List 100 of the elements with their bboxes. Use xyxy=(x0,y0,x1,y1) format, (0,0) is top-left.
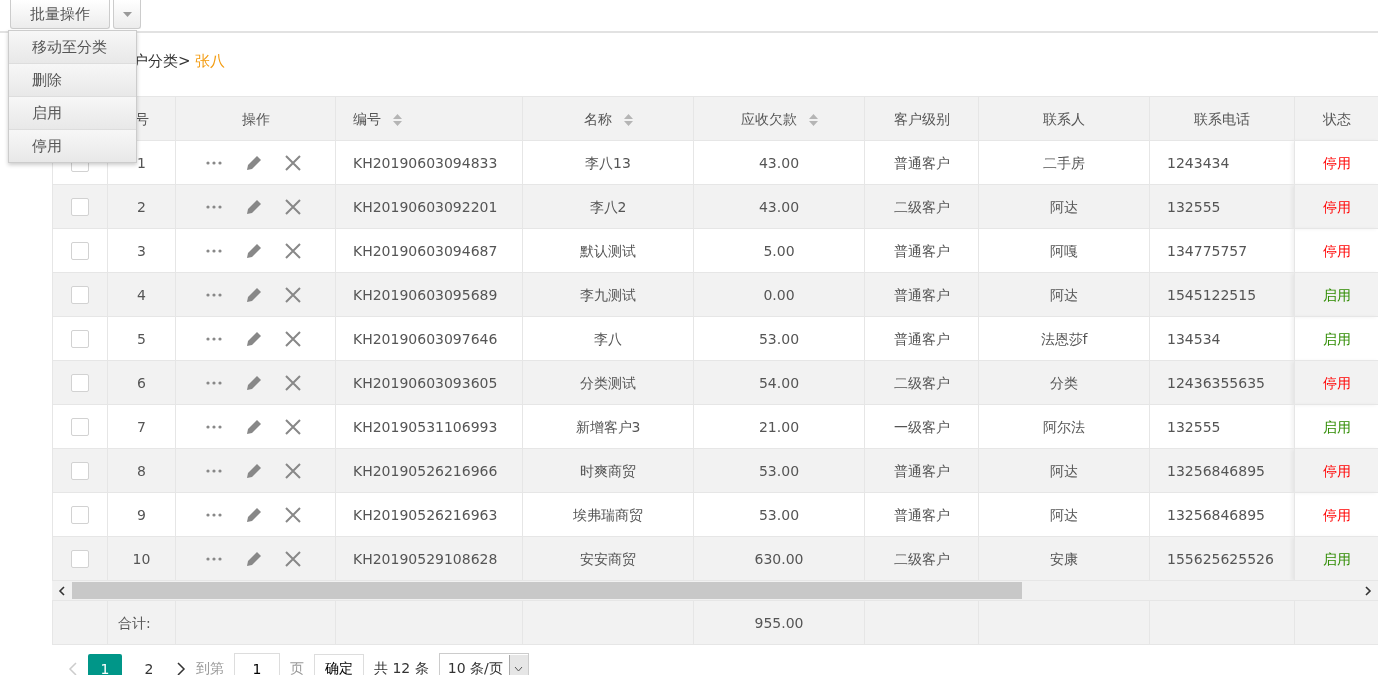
close-icon[interactable] xyxy=(284,549,302,568)
page-size-select[interactable]: 10 条/页 xyxy=(438,653,529,675)
dropdown-toggle-button[interactable] xyxy=(113,0,141,29)
table-cell: 955.00 xyxy=(693,600,865,645)
more-icon[interactable] xyxy=(206,160,222,165)
status-text: 启用 xyxy=(1322,418,1351,435)
close-icon[interactable] xyxy=(284,285,302,304)
batch-operation-button[interactable]: 批量操作 xyxy=(10,0,110,29)
column-header[interactable]: 操作 xyxy=(175,96,336,141)
edit-icon[interactable] xyxy=(244,153,262,172)
caret-icon xyxy=(122,11,132,17)
edit-icon[interactable] xyxy=(244,241,262,260)
table-cell: KH20190529108628 xyxy=(335,536,523,581)
close-icon[interactable] xyxy=(284,417,302,436)
row-checkbox[interactable] xyxy=(71,330,89,348)
table-cell: 二级客户 xyxy=(864,184,979,229)
sort-icon[interactable] xyxy=(393,112,402,127)
more-icon[interactable] xyxy=(206,424,222,429)
table-cell: 安安商贸 xyxy=(522,536,694,581)
goto-label: 到第 xyxy=(196,660,224,675)
edit-icon[interactable] xyxy=(244,461,262,480)
edit-icon[interactable] xyxy=(244,329,262,348)
table-cell: 普通客户 xyxy=(864,448,979,493)
table-cell: 阿达 xyxy=(978,492,1150,537)
row-checkbox[interactable] xyxy=(71,374,89,392)
table-cell: 普通客户 xyxy=(864,272,979,317)
menu-item[interactable]: 停用 xyxy=(9,129,136,162)
table-cell: 合计: xyxy=(107,600,176,645)
scroll-right-icon[interactable] xyxy=(1364,585,1372,596)
page-button[interactable]: 2 xyxy=(132,654,166,675)
edit-icon[interactable] xyxy=(244,417,262,436)
table-cell: 53.00 xyxy=(693,448,865,493)
column-header[interactable]: 客户级别 xyxy=(864,96,979,141)
close-icon[interactable] xyxy=(284,505,302,524)
more-icon[interactable] xyxy=(206,248,222,253)
table-cell: 54.00 xyxy=(693,360,865,405)
table-cell: 法恩莎f xyxy=(978,316,1150,361)
table-cell: 5 xyxy=(107,316,176,361)
close-icon[interactable] xyxy=(284,197,302,216)
column-header[interactable]: 应收欠款 xyxy=(693,96,865,141)
more-icon[interactable] xyxy=(206,468,222,473)
table-cell: 43.00 xyxy=(693,140,865,185)
table-cell: 2 xyxy=(107,184,176,229)
table-cell: 9 xyxy=(107,492,176,537)
table-cell: 3 xyxy=(107,228,176,273)
table-cell: 李八2 xyxy=(522,184,694,229)
table-cell: 李八13 xyxy=(522,140,694,185)
row-checkbox[interactable] xyxy=(71,242,89,260)
sort-icon[interactable] xyxy=(623,112,633,127)
status-text: 停用 xyxy=(1322,242,1351,259)
table-cell: 一级客户 xyxy=(864,404,979,449)
menu-item[interactable]: 移动至分类 xyxy=(9,31,136,63)
table-cell: 132555 xyxy=(1149,184,1295,229)
caret-icon xyxy=(514,666,524,672)
table-cell: 默认测试 xyxy=(522,228,694,273)
edit-icon[interactable] xyxy=(244,549,262,568)
confirm-button[interactable]: 确定 xyxy=(314,654,364,675)
close-icon[interactable] xyxy=(284,373,302,392)
menu-item[interactable]: 删除 xyxy=(9,63,136,96)
more-icon[interactable] xyxy=(206,204,222,209)
edit-icon[interactable] xyxy=(244,285,262,304)
close-icon[interactable] xyxy=(284,241,302,260)
table-cell: KH20190526216966 xyxy=(335,448,523,493)
status-text: 启用 xyxy=(1322,286,1351,303)
row-checkbox[interactable] xyxy=(71,286,89,304)
edit-icon[interactable] xyxy=(244,197,262,216)
table-cell: 134534 xyxy=(1149,316,1295,361)
scroll-left-icon[interactable] xyxy=(58,585,66,596)
row-checkbox[interactable] xyxy=(71,462,89,480)
page-input[interactable]: 1 xyxy=(234,653,280,675)
edit-icon[interactable] xyxy=(244,373,262,392)
more-icon[interactable] xyxy=(206,556,222,561)
column-header[interactable]: 状态 xyxy=(1294,96,1378,141)
close-icon[interactable] xyxy=(284,329,302,348)
table-cell: 6 xyxy=(107,360,176,405)
table-cell: 4 xyxy=(107,272,176,317)
column-header[interactable]: 联系人 xyxy=(978,96,1150,141)
row-checkbox[interactable] xyxy=(71,198,89,216)
more-icon[interactable] xyxy=(206,380,222,385)
close-icon[interactable] xyxy=(284,461,302,480)
page-button[interactable]: 1 xyxy=(88,654,122,675)
status-text: 启用 xyxy=(1322,550,1351,567)
sort-icon[interactable] xyxy=(808,112,818,127)
menu-item[interactable]: 启用 xyxy=(9,96,136,129)
table-cell: 二手房 xyxy=(978,140,1150,185)
more-icon[interactable] xyxy=(206,292,222,297)
edit-icon[interactable] xyxy=(244,505,262,524)
next-page-icon[interactable] xyxy=(176,662,186,675)
column-header[interactable]: 联系电话 xyxy=(1149,96,1295,141)
row-checkbox[interactable] xyxy=(71,550,89,568)
row-checkbox[interactable] xyxy=(71,506,89,524)
column-header[interactable]: 编号 xyxy=(335,96,523,141)
horizontal-scrollbar[interactable] xyxy=(52,581,1378,600)
previous-page-icon[interactable] xyxy=(68,662,78,675)
more-icon[interactable] xyxy=(206,336,222,341)
row-checkbox[interactable] xyxy=(71,418,89,436)
table-cell: 时爽商贸 xyxy=(522,448,694,493)
column-header[interactable]: 名称 xyxy=(522,96,694,141)
more-icon[interactable] xyxy=(206,512,222,517)
close-icon[interactable] xyxy=(284,153,302,172)
